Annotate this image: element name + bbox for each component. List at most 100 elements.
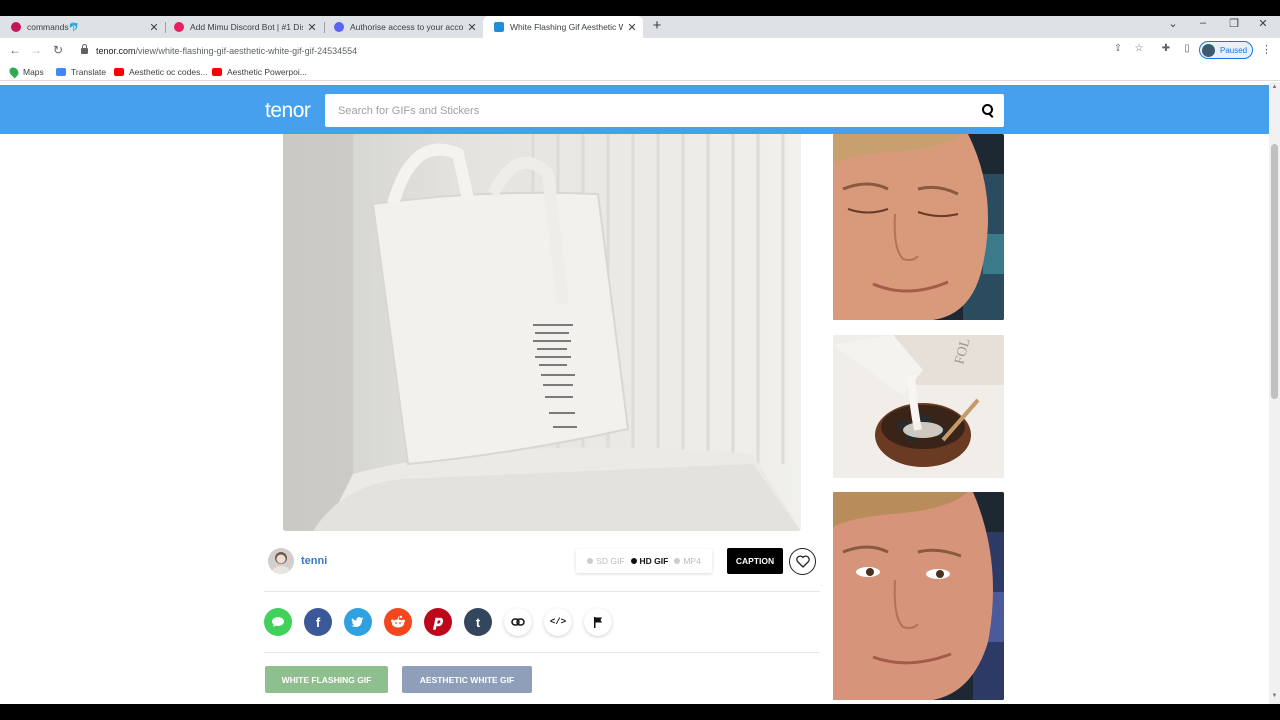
extensions-puzzle-icon[interactable]: ✚ bbox=[1159, 43, 1173, 54]
forward-arrow-icon[interactable]: → bbox=[29, 43, 43, 57]
close-tab-icon[interactable]: ✕ bbox=[149, 21, 159, 34]
bookmark-label: Translate bbox=[71, 67, 107, 77]
tote-bag-gif-image bbox=[283, 134, 801, 531]
tab-mimu[interactable]: Add Mimu Discord Bot | #1 Disc… ✕ bbox=[163, 16, 323, 38]
format-selector: SD GIF HD GIF MP4 bbox=[576, 549, 712, 573]
link-icon bbox=[511, 618, 525, 626]
favorite-button[interactable] bbox=[789, 548, 816, 575]
tag-aesthetic-white-gif[interactable]: AESTHETIC WHITE GIF bbox=[402, 666, 532, 693]
related-gif-image bbox=[833, 134, 1004, 320]
related-gif-image: FOL bbox=[833, 335, 1004, 478]
format-label: SD GIF bbox=[596, 556, 625, 566]
main-gif[interactable] bbox=[283, 134, 801, 531]
tab-label: Add Mimu Discord Bot | #1 Disc… bbox=[190, 22, 303, 32]
lock-icon[interactable] bbox=[81, 43, 88, 54]
bookmark-translate[interactable]: Translate bbox=[56, 67, 106, 77]
caption-button[interactable]: CAPTION bbox=[727, 548, 783, 574]
tenor-logo[interactable]: tenor bbox=[265, 99, 311, 123]
embed-button[interactable]: </> bbox=[544, 608, 572, 636]
profile-avatar bbox=[1202, 43, 1215, 57]
related-gif-3[interactable] bbox=[833, 492, 1004, 700]
related-gif-2[interactable]: FOL bbox=[833, 335, 1004, 478]
new-tab-button[interactable]: + bbox=[650, 18, 664, 33]
url-domain: tenor.com bbox=[96, 45, 136, 56]
search-bar[interactable]: Search for GIFs and Stickers bbox=[325, 94, 1004, 127]
youtube-icon bbox=[114, 68, 124, 76]
address-bar[interactable]: tenor.com/view/white-flashing-gif-aesthe… bbox=[72, 41, 1152, 60]
user-avatar-image bbox=[272, 552, 290, 574]
tab-label: Authorise access to your account bbox=[350, 22, 463, 32]
minimize-window-icon[interactable]: – bbox=[1196, 17, 1210, 29]
maps-pin-icon bbox=[7, 65, 21, 79]
tab-search-chevron-icon[interactable]: ⌄ bbox=[1166, 17, 1180, 30]
related-gif-image bbox=[833, 492, 1004, 700]
mimu-favicon-icon bbox=[174, 22, 184, 32]
tenor-favicon-icon bbox=[494, 22, 504, 32]
share-page-icon[interactable]: ⇪ bbox=[1111, 43, 1125, 54]
tenor-page: tenor Search for GIFs and Stickers tenni… bbox=[0, 82, 1269, 704]
username-link[interactable]: tenni bbox=[301, 555, 327, 567]
report-button[interactable] bbox=[584, 608, 612, 636]
bookmark-label: Aesthetic oc codes... bbox=[129, 67, 208, 77]
tab-strip: commands🐬 ✕ Add Mimu Discord Bot | #1 Di… bbox=[0, 16, 1280, 38]
share-sms-button[interactable] bbox=[264, 608, 292, 636]
avatar[interactable] bbox=[268, 548, 294, 574]
reddit-icon bbox=[391, 615, 405, 628]
discord-favicon-icon bbox=[334, 22, 344, 32]
close-tab-icon[interactable]: ✕ bbox=[467, 21, 477, 34]
restore-window-icon[interactable]: ❐ bbox=[1227, 17, 1241, 30]
bookmark-aesthetic-oc[interactable]: Aesthetic oc codes... bbox=[114, 67, 207, 77]
copy-link-button[interactable] bbox=[504, 608, 532, 636]
tag-white-flashing-gif[interactable]: WHITE FLASHING GIF bbox=[265, 666, 388, 693]
heart-icon bbox=[795, 555, 810, 568]
scroll-up-arrow-icon[interactable]: ▲ bbox=[1271, 84, 1278, 90]
screen-top-edge bbox=[0, 0, 1280, 16]
back-arrow-icon[interactable]: ← bbox=[8, 43, 22, 57]
tab-label: commands🐬 bbox=[27, 21, 80, 32]
search-icon[interactable] bbox=[971, 94, 1004, 127]
search-input[interactable]: Search for GIFs and Stickers bbox=[338, 105, 971, 117]
reload-icon[interactable]: ↻ bbox=[51, 43, 65, 57]
radio-dot-icon bbox=[674, 558, 681, 564]
radio-dot-icon bbox=[587, 558, 594, 564]
related-gif-1[interactable] bbox=[833, 134, 1004, 320]
share-pinterest-button[interactable]: 𝒑 bbox=[424, 608, 452, 636]
format-mp4[interactable]: MP4 bbox=[674, 556, 701, 566]
close-tab-icon[interactable]: ✕ bbox=[627, 21, 637, 34]
tenor-header: tenor Search for GIFs and Stickers bbox=[0, 85, 1269, 134]
scroll-down-arrow-icon[interactable]: ▼ bbox=[1271, 693, 1278, 699]
bookmark-star-icon[interactable]: ☆ bbox=[1132, 43, 1146, 54]
bookmark-label: Maps bbox=[23, 67, 44, 77]
bookmark-maps[interactable]: Maps bbox=[7, 65, 44, 79]
tab-tenor-active[interactable]: White Flashing Gif Aesthetic Whi… ✕ bbox=[483, 16, 643, 38]
format-hd-gif[interactable]: HD GIF bbox=[630, 556, 669, 566]
scrollbar-thumb[interactable] bbox=[1271, 144, 1278, 399]
tab-commands[interactable]: commands🐬 ✕ bbox=[0, 16, 165, 38]
side-panel-icon[interactable]: ▯ bbox=[1180, 43, 1194, 54]
tab-authorise[interactable]: Authorise access to your account ✕ bbox=[323, 16, 483, 38]
youtube-icon bbox=[212, 68, 222, 76]
divider bbox=[264, 591, 820, 592]
page-scrollbar[interactable]: ▲ ▼ bbox=[1269, 82, 1280, 704]
profile-button[interactable]: Paused bbox=[1199, 41, 1253, 59]
chat-bubble-icon bbox=[272, 617, 284, 627]
close-window-icon[interactable]: ✕ bbox=[1256, 17, 1270, 30]
close-tab-icon[interactable]: ✕ bbox=[307, 21, 317, 34]
share-twitter-button[interactable] bbox=[344, 608, 372, 636]
share-tumblr-button[interactable]: t bbox=[464, 608, 492, 636]
format-label: MP4 bbox=[683, 556, 701, 566]
browser-menu-icon[interactable]: ⋮ bbox=[1261, 43, 1272, 56]
bookmark-aesthetic-powerpoint[interactable]: Aesthetic Powerpoi... bbox=[212, 67, 307, 77]
translate-icon bbox=[56, 68, 66, 76]
twitter-icon bbox=[351, 617, 364, 627]
user-info[interactable]: tenni bbox=[268, 548, 327, 574]
tab-label: White Flashing Gif Aesthetic Whi… bbox=[510, 22, 623, 32]
url-text: tenor.com/view/white-flashing-gif-aesthe… bbox=[96, 46, 357, 56]
facebook-icon: f bbox=[315, 614, 321, 630]
format-label: HD GIF bbox=[639, 556, 669, 566]
discord-bot-favicon-icon bbox=[11, 22, 21, 32]
share-facebook-button[interactable]: f bbox=[304, 608, 332, 636]
share-reddit-button[interactable] bbox=[384, 608, 412, 636]
flag-icon bbox=[594, 616, 602, 628]
format-sd-gif[interactable]: SD GIF bbox=[587, 556, 625, 566]
